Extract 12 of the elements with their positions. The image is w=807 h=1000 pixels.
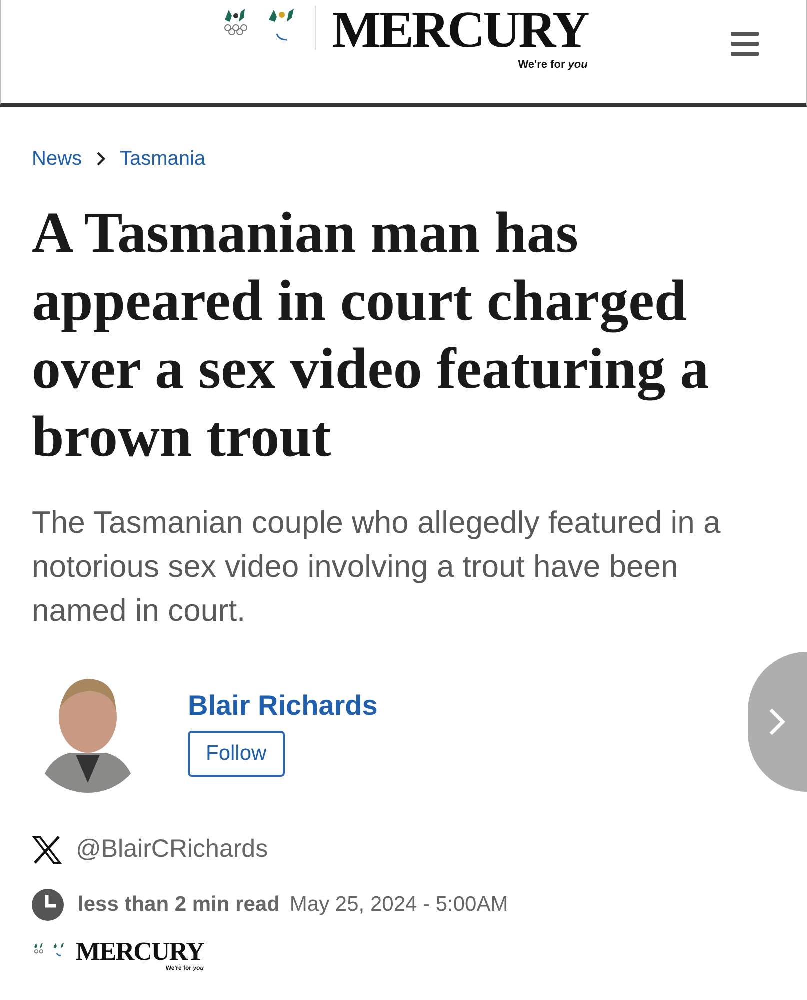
- tagline: We're for you: [518, 58, 588, 72]
- breadcrumb-link[interactable]: News: [32, 147, 82, 171]
- author-name[interactable]: Blair Richards: [188, 689, 378, 723]
- standfirst: The Tasmanian couple who allegedly featured in a notorious sex video involving a trout have been named in court.: [32, 504, 722, 630]
- follow-button[interactable]: Follow: [188, 731, 285, 777]
- logo: MERCURY: [76, 938, 204, 964]
- social-handle[interactable]: @BlairCRichards: [76, 831, 268, 868]
- headline: A Tasmanian man has appeared in court charged over a sex video featuring a brown trout: [32, 199, 710, 471]
- publish-date: May 25, 2024 - 5:00AM: [290, 892, 508, 918]
- logo[interactable]: MERCURY: [332, 6, 588, 56]
- breadcrumb-link[interactable]: Tasmania: [120, 147, 206, 171]
- read-time: less than 2 min read: [78, 892, 280, 918]
